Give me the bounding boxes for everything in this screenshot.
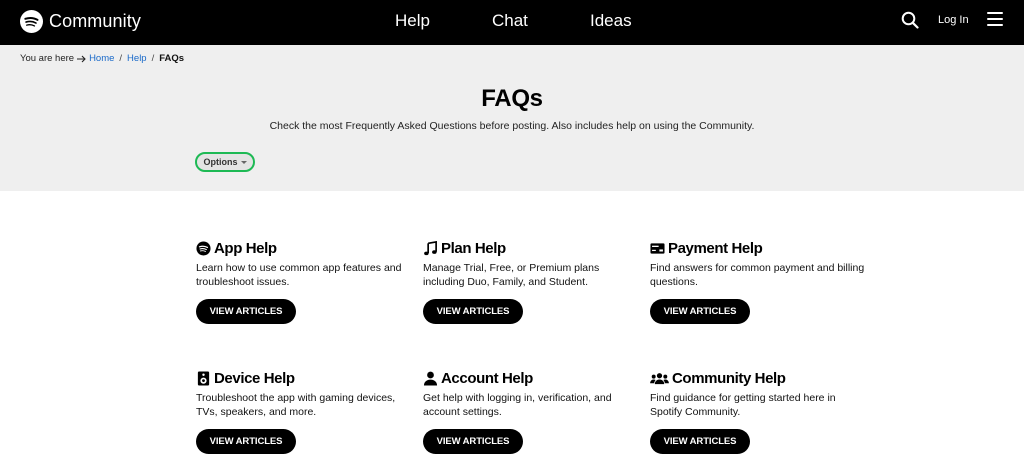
breadcrumb-current: FAQs [159, 53, 185, 64]
card-title: Account Help [441, 369, 533, 387]
view-articles-button[interactable]: VIEW ARTICLES [423, 299, 523, 324]
search-icon[interactable] [901, 11, 919, 29]
card-title: Payment Help [668, 239, 763, 257]
nav-ideas[interactable]: Ideas [590, 11, 632, 31]
breadcrumb-help[interactable]: Help [127, 53, 147, 64]
page-title: FAQs [481, 85, 543, 112]
arrow-right-icon [77, 55, 86, 62]
page-subtitle: Check the most Frequently Asked Question… [269, 120, 755, 132]
login-link[interactable]: Log In [938, 14, 969, 26]
options-button[interactable]: Options [195, 152, 255, 172]
group-icon [650, 372, 669, 384]
view-articles-button[interactable]: VIEW ARTICLES [423, 429, 523, 454]
view-articles-button[interactable]: VIEW ARTICLES [196, 429, 296, 454]
card-account-help: Account Help Get help with logging in, v… [423, 369, 638, 465]
card-description: Troubleshoot the app with gaming devices… [196, 392, 396, 418]
main-nav: Help Chat Ideas [0, 0, 1024, 45]
nav-help[interactable]: Help [395, 11, 430, 31]
card-community-help: Community Help Find guidance for getting… [650, 369, 865, 465]
nav-chat[interactable]: Chat [492, 11, 528, 31]
card-payment-help: Payment Help Find answers for common pay… [650, 239, 865, 339]
card-title: Plan Help [441, 239, 506, 257]
card-title: App Help [214, 239, 277, 257]
caret-down-icon [240, 161, 247, 164]
breadcrumb-prefix: You are here [20, 53, 75, 64]
card-description: Find guidance for getting started here i… [650, 392, 836, 418]
speaker-icon [197, 370, 210, 386]
music-note-icon [424, 240, 437, 255]
top-navigation-bar: Community Help Chat Ideas Log In [0, 0, 1024, 45]
card-description: Get help with logging in, verification, … [423, 392, 612, 418]
card-plan-help: Plan Help Manage Trial, Free, or Premium… [423, 239, 638, 339]
card-device-help: Device Help Troubleshoot the app with ga… [196, 369, 411, 465]
breadcrumb-separator: / [151, 53, 155, 64]
breadcrumb-separator: / [119, 53, 123, 64]
payment-card-icon [650, 242, 665, 254]
card-app-help: App Help Learn how to use common app fea… [196, 239, 411, 339]
card-title: Device Help [214, 369, 295, 387]
card-title: Community Help [672, 369, 786, 387]
card-description: Learn how to use common app features and… [196, 262, 402, 288]
view-articles-button[interactable]: VIEW ARTICLES [650, 429, 750, 454]
view-articles-button[interactable]: VIEW ARTICLES [196, 299, 296, 324]
card-description: Find answers for common payment and bill… [650, 262, 865, 288]
breadcrumb-home[interactable]: Home [89, 53, 114, 64]
view-articles-button[interactable]: VIEW ARTICLES [650, 299, 750, 324]
hamburger-menu-icon[interactable] [987, 12, 1003, 27]
options-label: Options [203, 157, 238, 167]
spotify-icon [196, 240, 211, 256]
breadcrumb: You are here Home / Help / FAQs [20, 53, 184, 64]
card-description: Manage Trial, Free, or Premium plans inc… [423, 262, 600, 288]
user-icon [423, 371, 438, 386]
hero-section: You are here Home / Help / FAQs FAQs Che… [0, 45, 1024, 191]
